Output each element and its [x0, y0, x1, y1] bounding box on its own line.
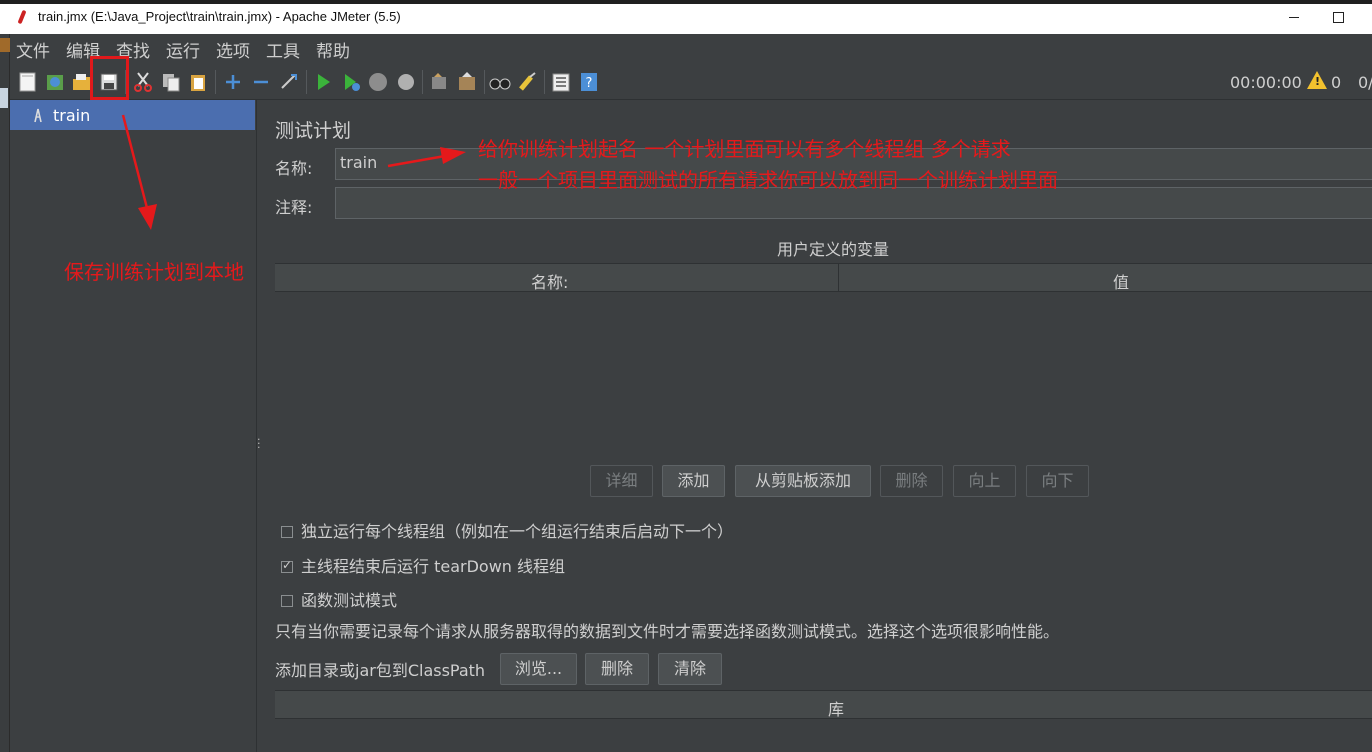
menu-bar: 文件 编辑 查找 运行 选项 工具 帮助 — [10, 34, 1372, 64]
panel-splitter[interactable] — [256, 100, 264, 752]
start-icon[interactable] — [312, 71, 334, 93]
clear-all-icon[interactable] — [456, 71, 478, 93]
user-variables-table: 名称: 值 — [275, 263, 1372, 457]
classpath-label: 添加目录或jar包到ClassPath — [275, 661, 486, 680]
maximize-button[interactable] — [1316, 4, 1360, 30]
move-up-button[interactable]: 向上 — [953, 465, 1016, 497]
option-run-teardown[interactable]: 主线程结束后运行 tearDown 线程组 — [281, 553, 565, 577]
classpath-clear-button[interactable]: 清除 — [658, 653, 722, 685]
function-helper-icon[interactable] — [550, 71, 572, 93]
toolbar-separator — [422, 70, 423, 94]
browse-button[interactable]: 浏览... — [500, 653, 577, 685]
option-functional-mode[interactable]: 函数测试模式 — [281, 587, 397, 611]
elapsed-time: 00:00:00 — [1230, 73, 1302, 92]
test-plan-icon — [34, 108, 42, 123]
templates-icon[interactable] — [44, 71, 66, 93]
classpath-delete-button[interactable]: 删除 — [585, 653, 649, 685]
classpath-library-table: 库 — [275, 690, 1372, 752]
background-strip — [0, 0, 1372, 4]
checkbox-checked[interactable] — [281, 558, 293, 573]
minimize-button[interactable] — [1272, 4, 1316, 30]
collapse-icon[interactable] — [250, 71, 272, 93]
detail-button[interactable]: 详细 — [590, 465, 653, 497]
title-bar: train.jmx (E:\Java_Project\train\train.j… — [0, 0, 1372, 34]
copy-icon[interactable] — [160, 71, 182, 93]
checkbox[interactable] — [281, 526, 293, 538]
plan-annotation-line-1: 给你训练计划起名 一个计划里面可以有多个线程组 多个请求 — [478, 137, 1011, 161]
window-title: train.jmx (E:\Java_Project\train\train.j… — [38, 9, 401, 24]
save-highlight-box — [90, 56, 129, 100]
add-button[interactable]: 添加 — [662, 465, 725, 497]
table-header: 库 — [275, 691, 1372, 719]
warning-count: 0 — [1331, 73, 1342, 92]
toolbar-separator — [215, 70, 216, 94]
shutdown-icon[interactable] — [395, 71, 417, 93]
menu-tools[interactable]: 工具 — [260, 37, 306, 62]
expand-icon[interactable] — [222, 71, 244, 93]
toolbar-separator — [544, 70, 545, 94]
user-variables-title: 用户定义的变量 — [777, 240, 890, 259]
paste-icon[interactable] — [187, 71, 209, 93]
delete-button[interactable]: 删除 — [880, 465, 943, 497]
comment-label: 注释: — [275, 198, 313, 217]
name-label: 名称: — [275, 159, 313, 178]
column-library[interactable]: 库 — [828, 696, 844, 720]
menu-options[interactable]: 选项 — [210, 37, 256, 62]
desktop-edge-icon-2 — [0, 88, 8, 108]
cut-icon[interactable] — [132, 71, 154, 93]
desktop-edge-icon — [0, 38, 10, 52]
option-label: 函数测试模式 — [301, 591, 398, 610]
test-plan-tree: train — [10, 100, 256, 752]
column-divider — [838, 264, 839, 292]
toolbar-separator — [484, 70, 485, 94]
save-annotation: 保存训练计划到本地 — [64, 260, 244, 284]
menu-run[interactable]: 运行 — [160, 37, 206, 62]
menu-file[interactable]: 文件 — [10, 37, 56, 62]
column-value[interactable]: 值 — [1113, 269, 1129, 293]
stop-icon[interactable] — [367, 71, 389, 93]
reset-search-icon[interactable] — [517, 71, 539, 93]
plan-annotation-line-2: 一般一个项目里面测试的所有请求你可以放到同一个训练计划里面 — [478, 168, 1058, 192]
new-icon[interactable] — [17, 71, 39, 93]
option-label: 独立运行每个线程组（例如在一个组运行结束后启动下一个） — [301, 522, 734, 541]
toolbar-separator — [306, 70, 307, 94]
start-no-pause-icon[interactable] — [340, 71, 362, 93]
column-name[interactable]: 名称: — [531, 269, 568, 293]
option-label: 主线程结束后运行 tearDown 线程组 — [301, 557, 566, 576]
clear-icon[interactable] — [428, 71, 450, 93]
svg-text:?: ? — [586, 76, 593, 91]
functional-mode-note: 只有当你需要记录每个请求从服务器取得的数据到文件时才需要选择函数测试模式。选择这… — [275, 622, 1060, 641]
table-header: 名称: 值 — [275, 264, 1372, 292]
warning-mark: ! — [1315, 75, 1321, 88]
toolbar-separator — [125, 70, 126, 94]
page-title: 测试计划 — [275, 120, 352, 142]
desktop-edge — [0, 34, 10, 752]
checkbox[interactable] — [281, 595, 293, 607]
jmeter-feather-icon — [17, 9, 27, 25]
search-icon[interactable] — [489, 71, 511, 93]
option-run-thread-groups-consecutively[interactable]: 独立运行每个线程组（例如在一个组运行结束后启动下一个） — [281, 518, 733, 542]
add-from-clipboard-button[interactable]: 从剪贴板添加 — [735, 465, 871, 497]
toggle-icon[interactable] — [278, 71, 300, 93]
splitter-grip-icon[interactable]: · · · — [257, 434, 261, 453]
tree-item-train[interactable]: train — [10, 100, 255, 130]
menu-help[interactable]: 帮助 — [310, 37, 356, 62]
test-plan-panel: 测试计划 名称: train 注释: 用户定义的变量 名称: 值 详细 添加 从… — [264, 100, 1372, 752]
active-threads: 0/0 — [1358, 73, 1372, 92]
tree-item-label: train — [53, 106, 91, 125]
toolbar: ? 00:00:00 ! 0 0/0 — [10, 56, 1372, 100]
move-down-button[interactable]: 向下 — [1026, 465, 1089, 497]
help-icon[interactable]: ? — [578, 71, 600, 93]
jmeter-window: train.jmx (E:\Java_Project\train\train.j… — [0, 0, 1372, 752]
